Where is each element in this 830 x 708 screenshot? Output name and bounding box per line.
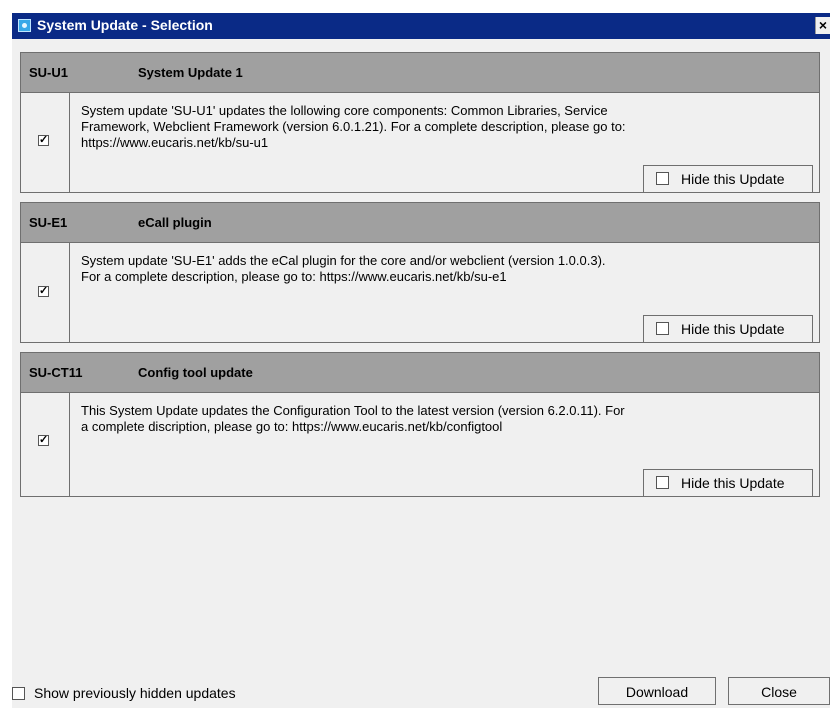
- description-line: This System Update updates the Configura…: [81, 403, 625, 418]
- window-title: System Update - Selection: [37, 17, 213, 33]
- update-code: SU-CT11: [29, 365, 83, 380]
- checkmark-icon: ✓: [39, 285, 49, 297]
- download-button[interactable]: Download: [598, 677, 716, 705]
- description-line: a complete discription, please go to: ht…: [81, 419, 503, 434]
- update-header: SU-CT11 Config tool update: [21, 353, 819, 393]
- update-body: ✓ System update 'SU-E1' adds the eCal pl…: [21, 243, 819, 342]
- update-name: System Update 1: [138, 65, 243, 80]
- hide-update-label: Hide this Update: [681, 171, 785, 187]
- select-update-checkbox[interactable]: ✓: [38, 286, 49, 297]
- update-name: Config tool update: [138, 365, 253, 380]
- update-header: SU-U1 System Update 1: [21, 53, 819, 93]
- description-line: System update 'SU-U1' updates the lollow…: [81, 103, 608, 118]
- update-description: System update 'SU-U1' updates the lollow…: [81, 103, 801, 151]
- update-panel-su-e1: SU-E1 eCall plugin ✓ System update 'SU-E…: [20, 202, 820, 343]
- show-hidden-checkbox[interactable]: [12, 687, 25, 700]
- update-description: System update 'SU-E1' adds the eCal plug…: [81, 253, 801, 285]
- close-button[interactable]: Close: [728, 677, 830, 705]
- hide-update-option[interactable]: Hide this Update: [643, 315, 813, 342]
- update-panel-su-u1: SU-U1 System Update 1 ✓ System update 'S…: [20, 52, 820, 193]
- update-panel-su-ct11: SU-CT11 Config tool update ✓ This System…: [20, 352, 820, 497]
- title-bar: System Update - Selection ×: [12, 13, 830, 39]
- hide-update-label: Hide this Update: [681, 321, 785, 337]
- update-code: SU-U1: [29, 65, 69, 80]
- update-name: eCall plugin: [138, 215, 212, 230]
- hide-update-checkbox[interactable]: [656, 172, 669, 185]
- update-code: SU-E1: [29, 215, 68, 230]
- update-description: This System Update updates the Configura…: [81, 403, 801, 435]
- checkmark-icon: ✓: [39, 434, 49, 446]
- hide-update-option[interactable]: Hide this Update: [643, 469, 813, 496]
- description-line: For a complete description, please go to…: [81, 269, 507, 284]
- update-body: ✓ System update 'SU-U1' updates the loll…: [21, 93, 819, 192]
- hide-update-checkbox[interactable]: [656, 476, 669, 489]
- hide-update-option[interactable]: Hide this Update: [643, 165, 813, 192]
- show-hidden-label: Show previously hidden updates: [34, 685, 236, 701]
- select-update-checkbox[interactable]: ✓: [38, 435, 49, 446]
- select-cell: ✓: [21, 93, 70, 192]
- checkmark-icon: ✓: [39, 134, 49, 146]
- hide-update-checkbox[interactable]: [656, 322, 669, 335]
- update-body: ✓ This System Update updates the Configu…: [21, 393, 819, 496]
- description-line: System update 'SU-E1' adds the eCal plug…: [81, 253, 606, 268]
- app-icon: [18, 19, 31, 32]
- description-line: https://www.eucaris.net/kb/su-u1: [81, 135, 269, 150]
- description-line: Framework, Webclient Framework (version …: [81, 119, 626, 134]
- dialog-client-area: SU-U1 System Update 1 ✓ System update 'S…: [12, 39, 830, 708]
- close-window-button[interactable]: ×: [815, 17, 830, 34]
- update-header: SU-E1 eCall plugin: [21, 203, 819, 243]
- select-update-checkbox[interactable]: ✓: [38, 135, 49, 146]
- select-cell: ✓: [21, 243, 70, 342]
- hide-update-label: Hide this Update: [681, 475, 785, 491]
- select-cell: ✓: [21, 393, 70, 496]
